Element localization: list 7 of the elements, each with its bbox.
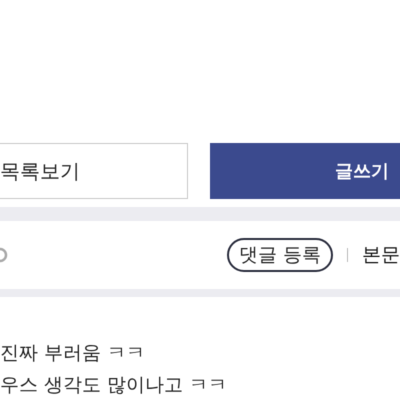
comment-register-button[interactable]: 댓글 등록: [226, 238, 333, 272]
comment-text: 우스 생각도 많이나고 ㅋㅋ: [0, 373, 228, 397]
list-button[interactable]: 목록보기: [0, 143, 188, 199]
write-button[interactable]: 글쓰기: [210, 143, 400, 199]
comment-text: 진짜 부러움 ㅋㅋ: [0, 341, 146, 365]
body-link[interactable]: 본문: [362, 242, 400, 268]
refresh-icon[interactable]: [0, 245, 10, 265]
